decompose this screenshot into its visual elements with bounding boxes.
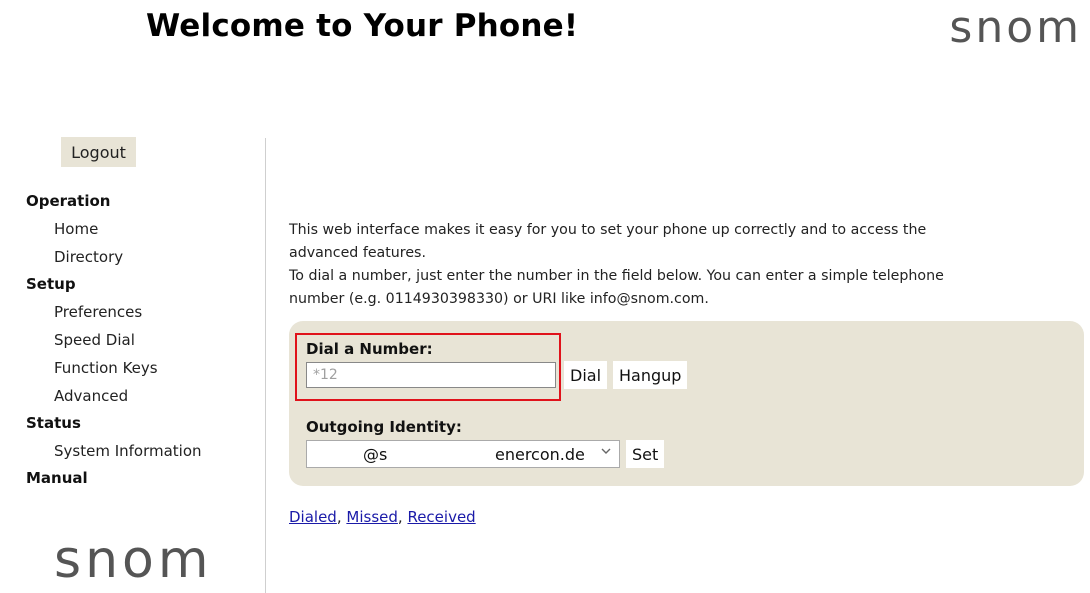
sidebar-nav: Operation Home Directory Setup Preferenc… xyxy=(26,188,202,492)
hangup-button[interactable]: Hangup xyxy=(613,361,688,389)
sidebar-item-advanced[interactable]: Advanced xyxy=(26,382,202,410)
dialed-link[interactable]: Dialed xyxy=(289,508,337,526)
intro-line: To dial a number, just enter the number … xyxy=(289,268,944,284)
dial-button[interactable]: Dial xyxy=(564,361,608,389)
chevron-down-icon xyxy=(600,444,612,462)
nav-group-manual[interactable]: Manual xyxy=(26,465,202,492)
sidebar-item-preferences[interactable]: Preferences xyxy=(26,298,202,326)
intro-line: number (e.g. 0114930398330) or URI like … xyxy=(289,291,709,307)
dial-number-label: Dial a Number: xyxy=(306,340,433,358)
sidebar-item-home[interactable]: Home xyxy=(26,215,202,243)
intro-text: This web interface makes it easy for you… xyxy=(289,219,1049,311)
identity-value-user: @s xyxy=(363,445,388,464)
logout-button[interactable]: Logout xyxy=(61,137,136,167)
nav-group-status: Status xyxy=(26,414,81,432)
missed-link[interactable]: Missed xyxy=(346,508,398,526)
nav-group-setup: Setup xyxy=(26,275,76,293)
received-link[interactable]: Received xyxy=(407,508,475,526)
intro-line: advanced features. xyxy=(289,245,426,261)
sidebar-item-speed-dial[interactable]: Speed Dial xyxy=(26,326,202,354)
dial-number-input[interactable] xyxy=(306,362,556,388)
link-separator: , xyxy=(336,508,342,526)
intro-line: This web interface makes it easy for you… xyxy=(289,222,927,238)
page-title: Welcome to Your Phone! xyxy=(146,8,579,44)
identity-value-domain: enercon.de xyxy=(495,445,585,464)
outgoing-identity-select[interactable]: @s enercon.de xyxy=(306,440,620,468)
snom-logo: snom xyxy=(949,2,1082,53)
snom-logo-sidebar: snom xyxy=(54,530,213,590)
sidebar-item-function-keys[interactable]: Function Keys xyxy=(26,354,202,382)
nav-group-operation: Operation xyxy=(26,192,111,210)
link-separator: , xyxy=(397,508,403,526)
set-identity-button[interactable]: Set xyxy=(626,440,665,468)
sidebar-item-system-information[interactable]: System Information xyxy=(26,437,202,465)
outgoing-identity-label: Outgoing Identity: xyxy=(306,418,462,436)
call-lists-links: Dialed, Missed, Received xyxy=(289,508,476,526)
sidebar-item-directory[interactable]: Directory xyxy=(26,243,202,271)
sidebar-divider xyxy=(265,138,266,593)
